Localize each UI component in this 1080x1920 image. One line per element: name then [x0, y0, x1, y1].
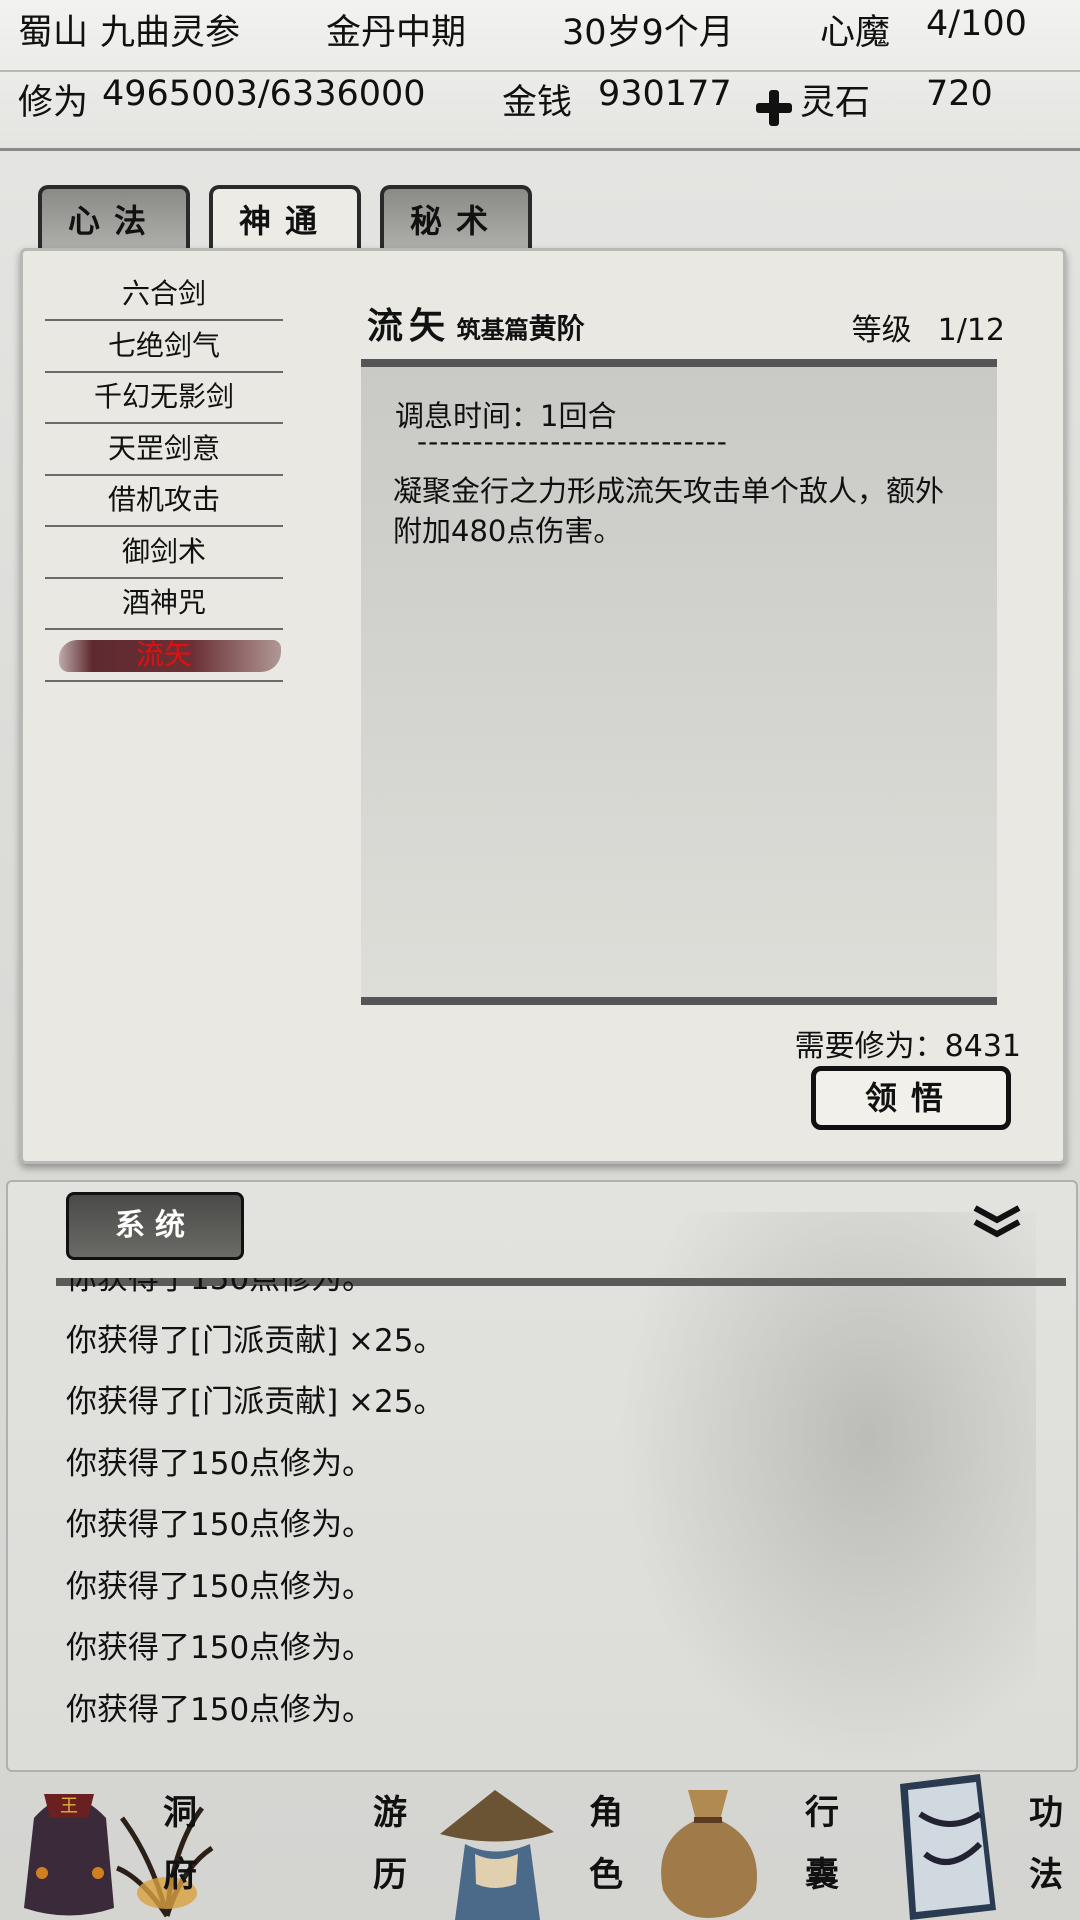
- realm-text: 金丹中期: [326, 13, 467, 53]
- inner-demon-value: 4/100: [926, 4, 1027, 44]
- bottom-nav: 王 洞 府 游 历 角 色 行 囊 功 法: [0, 1770, 1080, 1920]
- skill-tier: 筑基篇: [456, 315, 529, 344]
- nav-label: 角: [589, 1793, 623, 1833]
- nav-label: 洞: [163, 1793, 197, 1833]
- location-text: 蜀山: [18, 13, 89, 53]
- nav-xingnang[interactable]: 行 囊: [648, 1770, 864, 1920]
- status-header: 蜀山 九曲灵参 金丹中期 30岁9个月 心魔 4/100 修为 4965003/…: [0, 0, 1080, 151]
- skill-item-tiangangjianyi[interactable]: 天罡剑意: [45, 426, 283, 476]
- skill-label: 御剑术: [121, 534, 206, 568]
- nav-gongfa[interactable]: 功 法: [864, 1770, 1080, 1920]
- age-text: 30岁9个月: [562, 13, 734, 53]
- nav-label: 行: [805, 1793, 839, 1833]
- inner-demon-label: 心魔: [820, 13, 891, 53]
- nav-label: 色: [589, 1855, 623, 1895]
- skill-item-liuhejian[interactable]: 六合剑: [45, 271, 283, 321]
- level-value: 1/12: [937, 313, 1005, 348]
- skill-list: 六合剑 七绝剑气 千幻无影剑 天罡剑意 借机攻击 御剑术 酒神咒 流矢: [45, 271, 283, 683]
- separator-line: ----------------------------: [417, 425, 728, 458]
- manual-icon: [900, 1774, 996, 1920]
- skill-label: 酒神咒: [121, 586, 206, 619]
- skill-item-qijuejianqi[interactable]: 七绝剑气: [45, 323, 283, 373]
- character-icon: [440, 1790, 554, 1920]
- log-message: 你获得了150点修为。: [66, 1691, 374, 1728]
- nav-label: 囊: [805, 1855, 839, 1895]
- log-message: 你获得了150点修为。: [66, 1630, 374, 1666]
- nav-label: 法: [1029, 1855, 1063, 1895]
- skill-label: 流矢: [135, 637, 192, 671]
- cultivation-label: 修为: [18, 83, 89, 123]
- cave-dwelling-icon: 王: [24, 1794, 114, 1916]
- level-label: 等级: [851, 313, 912, 348]
- spirit-stone-icon: [756, 90, 792, 131]
- nav-label: 府: [163, 1855, 197, 1895]
- nav-label: 游: [373, 1793, 407, 1833]
- nav-juese[interactable]: 角 色: [432, 1770, 648, 1920]
- description-text: 凝聚金行之力形成流矢攻击单个敌人，额外附加480点伤害。: [393, 474, 945, 548]
- log-message: 你获得了150点修为。: [66, 1568, 374, 1605]
- skill-item-jiejigongji[interactable]: 借机攻击: [45, 477, 283, 527]
- status-row-1: 蜀山 九曲灵参 金丹中期 30岁9个月 心魔 4/100: [0, 4, 1080, 74]
- log-message: 你获得了[门派贡献] ×25。: [66, 1384, 445, 1420]
- log-message: 你获得了[门派贡献] ×25。: [66, 1322, 445, 1359]
- skill-description-box: 调息时间：1回合 ---------------------------- 凝聚…: [361, 359, 997, 1005]
- skill-item-qianhuanwuyingjian[interactable]: 千幻无影剑: [45, 374, 283, 424]
- tab-mishu[interactable]: 秘术: [380, 185, 532, 251]
- message-list: 你获得了150点修为。 你获得了[门派贡献] ×25。 你获得了[门派贡献] ×…: [66, 1278, 966, 1768]
- skill-name: 流矢: [367, 305, 452, 347]
- skill-label: 六合剑: [121, 277, 206, 310]
- skill-label: 天罡剑意: [107, 431, 220, 465]
- skill-title: 流矢 筑基篇黄阶: [367, 297, 585, 349]
- log-message: 你获得了150点修为。: [66, 1507, 374, 1543]
- nav-label: 功: [1029, 1793, 1063, 1833]
- skill-grade: 黄阶: [528, 312, 585, 345]
- header-divider: [0, 70, 1080, 72]
- log-message: 你获得了150点修为。: [66, 1278, 374, 1297]
- character-name: 九曲灵参: [100, 13, 241, 53]
- nav-youli[interactable]: 游 历: [216, 1770, 432, 1920]
- skill-item-jiushenzhou[interactable]: 酒神咒: [45, 580, 283, 630]
- skill-level: 等级 1/12: [852, 305, 1005, 349]
- skill-label: 借机攻击: [107, 483, 220, 516]
- chevron-down-icon[interactable]: [972, 1202, 1022, 1242]
- tab-xinfa[interactable]: 心法: [38, 185, 190, 251]
- spirit-stone-value: 720: [926, 74, 993, 114]
- spirit-stone-label: 灵石: [800, 83, 871, 123]
- requirement-text: 需要修为：8431: [794, 1029, 1021, 1064]
- cultivation-value: 4965003/6336000: [102, 74, 426, 114]
- svg-text:王: 王: [60, 1796, 78, 1817]
- status-row-2: 修为 4965003/6336000 金钱 930177 灵石 720: [0, 74, 1080, 144]
- system-channel-button[interactable]: 系统: [66, 1192, 244, 1260]
- learn-button[interactable]: 领悟: [811, 1066, 1011, 1130]
- skill-label: 千幻无影剑: [93, 380, 234, 413]
- money-value: 930177: [598, 74, 732, 114]
- money-label: 金钱: [502, 83, 573, 123]
- log-message: 你获得了150点修为。: [66, 1445, 374, 1482]
- nav-label: 历: [373, 1855, 407, 1895]
- skill-panel: 六合剑 七绝剑气 千幻无影剑 天罡剑意 借机攻击 御剑术 酒神咒 流矢 流矢 筑…: [20, 248, 1066, 1164]
- skill-label: 七绝剑气: [107, 328, 220, 362]
- tab-shentong[interactable]: 神通: [209, 185, 361, 251]
- skill-item-yujianshu[interactable]: 御剑术: [45, 529, 283, 579]
- message-log-panel: 系统 你获得了150点修为。 你获得了[门派贡献] ×25。 你获得了[门派贡献…: [6, 1180, 1078, 1772]
- skill-item-liushi[interactable]: 流矢: [45, 632, 283, 682]
- bag-icon: [661, 1790, 757, 1918]
- nav-dongfu[interactable]: 王 洞 府: [0, 1770, 216, 1920]
